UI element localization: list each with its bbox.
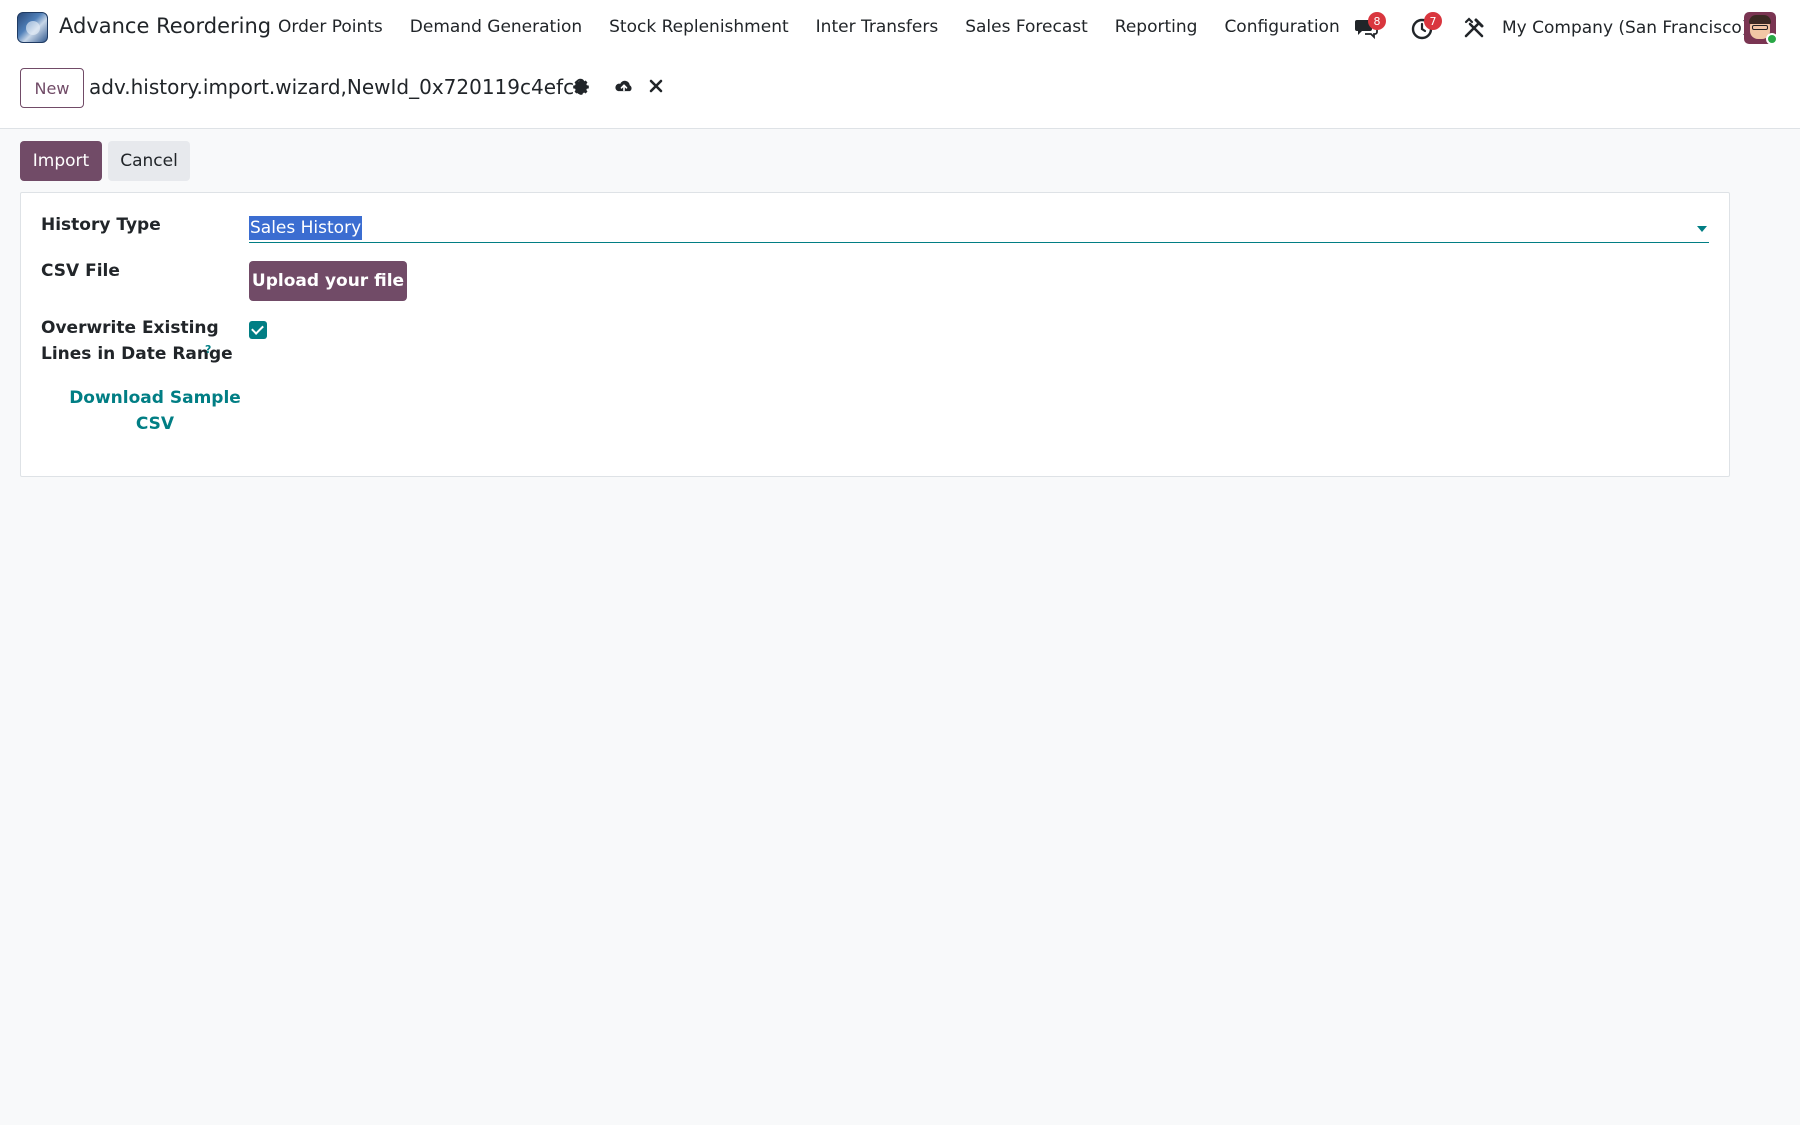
import-button[interactable]: Import [20,141,102,181]
menu-item-inter-transfers[interactable]: Inter Transfers [816,17,939,37]
presence-status-dot [1766,33,1778,45]
csv-file-label: CSV File [41,261,120,281]
app-name[interactable]: Advance Reordering [59,14,271,38]
main-menu: Order Points Demand Generation Stock Rep… [278,17,1367,37]
menu-item-reporting[interactable]: Reporting [1115,17,1198,37]
upload-file-button[interactable]: Upload your file [249,261,407,301]
overwrite-label-line2: Lines in Date Range [41,344,233,364]
company-switcher[interactable]: My Company (San Francisco) [1502,18,1748,38]
messages-button[interactable]: 8 [1354,12,1386,42]
activities-button[interactable]: 7 [1410,12,1442,42]
form-sheet: History Type Sales History CSV File Uplo… [20,192,1730,477]
discard-button[interactable] [648,78,666,96]
caret-down-icon [1697,226,1707,232]
menu-item-configuration[interactable]: Configuration [1224,17,1339,37]
cancel-button[interactable]: Cancel [108,141,190,181]
record-title: adv.history.import.wizard,NewId_0x720119… [89,75,587,99]
messages-badge: 8 [1368,12,1386,30]
save-button[interactable] [614,78,632,96]
debug-tools-button[interactable] [1462,16,1488,42]
menu-item-stock-replenishment[interactable]: Stock Replenishment [609,17,789,37]
help-tooltip-icon[interactable]: ? [205,343,211,356]
cloud-upload-icon [615,80,632,92]
tools-icon [1464,17,1484,38]
history-type-value: Sales History [249,216,363,240]
download-sample-csv-link[interactable]: Download Sample CSV [59,385,251,437]
menu-item-demand-generation[interactable]: Demand Generation [410,17,582,37]
menu-item-sales-forecast[interactable]: Sales Forecast [965,17,1088,37]
record-actions-button[interactable] [572,78,590,96]
overwrite-checkbox[interactable] [249,321,267,339]
control-panel: New adv.history.import.wizard,NewId_0x72… [0,58,1800,129]
download-sample-line1: Download Sample [69,388,241,408]
close-icon [649,79,663,93]
activities-badge: 7 [1424,12,1442,30]
gear-icon [573,79,589,95]
history-type-label: History Type [41,215,161,235]
menu-item-order-points[interactable]: Order Points [278,17,383,37]
app-logo-icon[interactable] [17,12,48,43]
download-sample-line2: CSV [135,414,175,434]
top-navbar: Advance Reordering Order Points Demand G… [0,0,1800,58]
overwrite-label-line1: Overwrite Existing [41,318,219,338]
new-button[interactable]: New [20,68,84,108]
history-type-select[interactable]: Sales History [249,213,1709,243]
